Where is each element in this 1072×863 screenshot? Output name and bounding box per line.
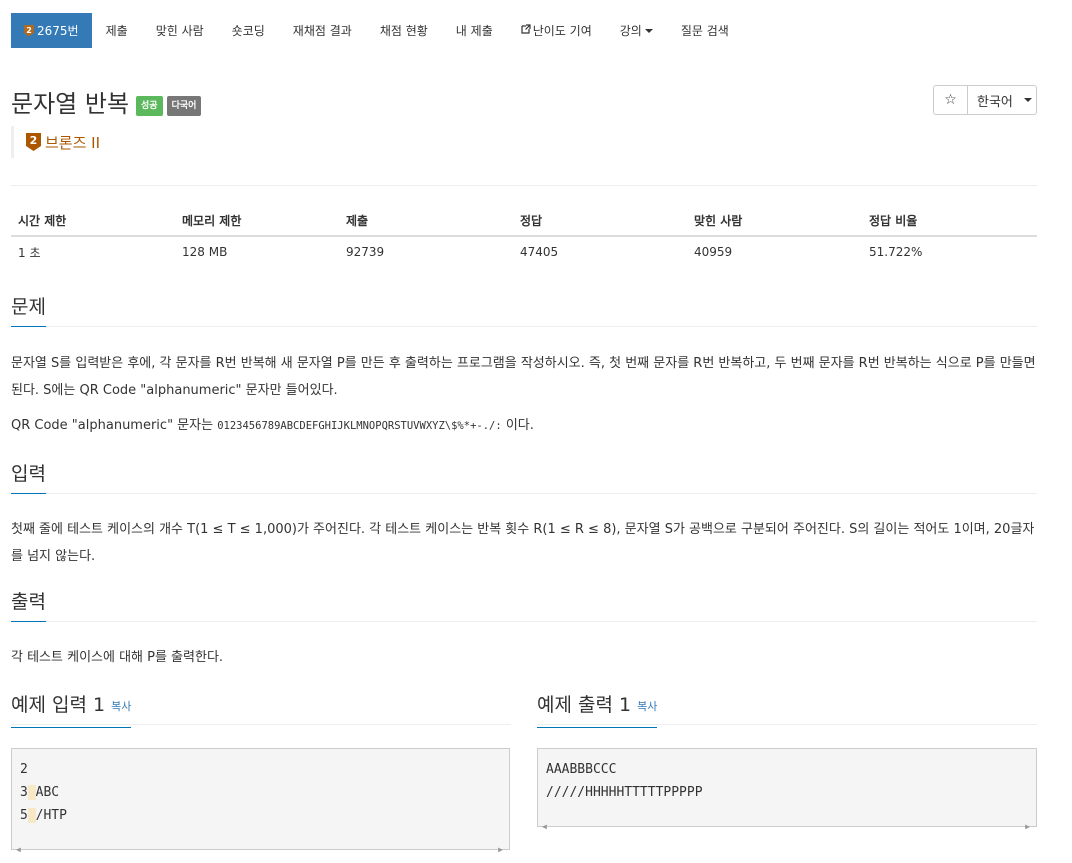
language-dropdown[interactable]: 한국어 — [968, 85, 1037, 115]
submissions-value: 92739 — [346, 245, 385, 259]
tab-question-search[interactable]: 질문 검색 — [667, 13, 743, 48]
input-description: 첫째 줄에 테스트 케이스의 개수 T(1 ≤ T ≤ 1,000)가 주어진다… — [11, 522, 1035, 564]
tab-label: 재채점 결과 — [292, 24, 352, 38]
language-label: 한국어 — [977, 94, 1013, 110]
text-segment: 이다. — [501, 418, 534, 433]
tab-difficulty-contribution[interactable]: 난이도 기여 — [507, 13, 606, 48]
horizontal-scrollbar[interactable]: ◀ ▶ — [12, 835, 509, 854]
problem-title-row: 문자열 반복 성공 다국어 — [11, 84, 202, 119]
sample-input-line: 3 ABC — [20, 781, 501, 804]
tab-judge-status[interactable]: 채점 현황 — [366, 13, 442, 48]
tab-rejudge-results[interactable]: 재채점 결과 — [279, 13, 366, 48]
tab-label: 숏코딩 — [231, 24, 265, 38]
tier-name[interactable]: 브론즈 II — [45, 132, 100, 153]
scroll-left-arrow-icon: ◀ — [16, 845, 21, 854]
bronze-badge-icon: 2 — [24, 24, 34, 37]
section-divider — [11, 621, 1037, 622]
tab-label: 맞힌 사람 — [155, 24, 204, 38]
section-divider — [11, 493, 1037, 494]
tab-label: 내 제출 — [455, 24, 493, 38]
line-number: 5 — [20, 808, 28, 823]
sample-input-line: 2 — [20, 758, 501, 781]
header-submissions: 제출 — [339, 205, 513, 237]
tab-short-coding[interactable]: 숏코딩 — [218, 13, 279, 48]
text-segment: QR Code "alphanumeric" 문자는 — [11, 418, 218, 433]
sample-input-line: 5 /HTP — [20, 804, 501, 827]
problem-heading: 문제 — [11, 296, 46, 327]
star-button[interactable]: ☆ — [933, 85, 968, 115]
divider — [11, 185, 1037, 186]
line-number: 3 — [20, 785, 28, 800]
alphanumeric-chars-code: 0123456789ABCDEFGHIJKLMNOPQRSTUVWXYZ\$%*… — [217, 420, 502, 432]
tab-label: 강의 — [619, 24, 642, 38]
output-heading: 출력 — [11, 591, 46, 622]
tab-solved-users[interactable]: 맞힌 사람 — [142, 13, 218, 48]
tab-label: 난이도 기여 — [532, 24, 592, 38]
accepted-value: 47405 — [520, 245, 559, 259]
scroll-left-arrow-icon: ◀ — [542, 822, 547, 831]
multilang-label[interactable]: 다국어 — [166, 95, 202, 116]
problem-description: 문자열 S를 입력받은 후에, 각 문자를 R번 반복해 새 문자열 P를 만든… — [11, 356, 1036, 398]
tab-label: 질문 검색 — [680, 24, 729, 38]
output-description: 각 테스트 케이스에 대해 P를 출력한다. — [11, 650, 224, 665]
tab-submit[interactable]: 제출 — [92, 13, 142, 48]
caret-down-icon — [1023, 98, 1032, 102]
problem-info-table: 시간 제한 메모리 제한 제출 정답 맞힌 사람 정답 비율 1 초 128 M… — [11, 205, 1037, 267]
scroll-right-arrow-icon: ▶ — [498, 845, 503, 854]
tab-my-submissions[interactable]: 내 제출 — [442, 13, 507, 48]
solved-users-value: 40959 — [694, 245, 733, 259]
caret-down-icon — [644, 28, 653, 33]
problem-title: 문자열 반복 — [11, 90, 130, 118]
tab-label: 채점 현황 — [379, 24, 428, 38]
line-number: 2 — [20, 762, 28, 777]
example-output-title: 예제 출력 1 — [537, 694, 632, 716]
problem-description-2: QR Code "alphanumeric" 문자는 0123456789ABC… — [11, 412, 1037, 440]
header-solved-users: 맞힌 사람 — [687, 205, 862, 237]
line-text: ABC — [35, 785, 60, 800]
header-time-limit: 시간 제한 — [11, 205, 175, 237]
input-heading: 입력 — [11, 463, 46, 494]
scroll-right-arrow-icon: ▶ — [1025, 822, 1030, 831]
time-limit-value: 1 초 — [18, 245, 41, 260]
bronze-tier-icon: 2 — [26, 133, 41, 151]
sample-output-line: AAABBBCCC — [546, 762, 617, 777]
success-label: 성공 — [136, 95, 163, 116]
header-accept-ratio: 정답 비율 — [862, 205, 1037, 237]
example-input-title: 예제 입력 1 — [11, 694, 106, 716]
sample-output-box[interactable]: AAABBBCCC /////HHHHHTTTTTPPPPP ◀ ▶ — [537, 748, 1037, 831]
problem-tier: 2 브론즈 II — [11, 126, 100, 158]
section-divider — [11, 326, 1037, 327]
star-icon: ☆ — [944, 92, 957, 108]
header-memory-limit: 메모리 제한 — [175, 205, 339, 237]
line-text: /HTP — [35, 808, 67, 823]
accept-ratio-value: 51.722% — [869, 245, 923, 259]
example-output-heading: 예제 출력 1 복사 — [537, 694, 658, 728]
horizontal-scrollbar[interactable]: ◀ ▶ — [538, 812, 1036, 831]
table-row: 1 초 128 MB 92739 47405 40959 51.722% — [11, 236, 1037, 267]
tab-problem-number[interactable]: 2 2675번 — [11, 13, 92, 48]
tab-label: 제출 — [105, 24, 128, 38]
header-accepted: 정답 — [513, 205, 687, 237]
copy-output-button[interactable]: 복사 — [637, 700, 657, 713]
memory-limit-value: 128 MB — [182, 245, 228, 259]
external-link-icon — [521, 24, 531, 37]
tab-lectures[interactable]: 강의 — [606, 13, 667, 48]
copy-input-button[interactable]: 복사 — [111, 700, 131, 713]
sample-output-line: /////HHHHHTTTTTPPPPP — [546, 785, 703, 800]
problem-menu-tabs: 2 2675번 제출 맞힌 사람 숏코딩 재채점 결과 채점 현황 내 제출 난… — [11, 13, 743, 48]
example-input-heading: 예제 입력 1 복사 — [11, 694, 132, 728]
sample-input-box[interactable]: 2 3 ABC 5 /HTP ◀ ▶ — [11, 748, 510, 854]
language-selector: ☆ 한국어 — [933, 85, 1037, 115]
tab-label: 2675번 — [37, 24, 79, 38]
table-header-row: 시간 제한 메모리 제한 제출 정답 맞힌 사람 정답 비율 — [11, 205, 1037, 237]
